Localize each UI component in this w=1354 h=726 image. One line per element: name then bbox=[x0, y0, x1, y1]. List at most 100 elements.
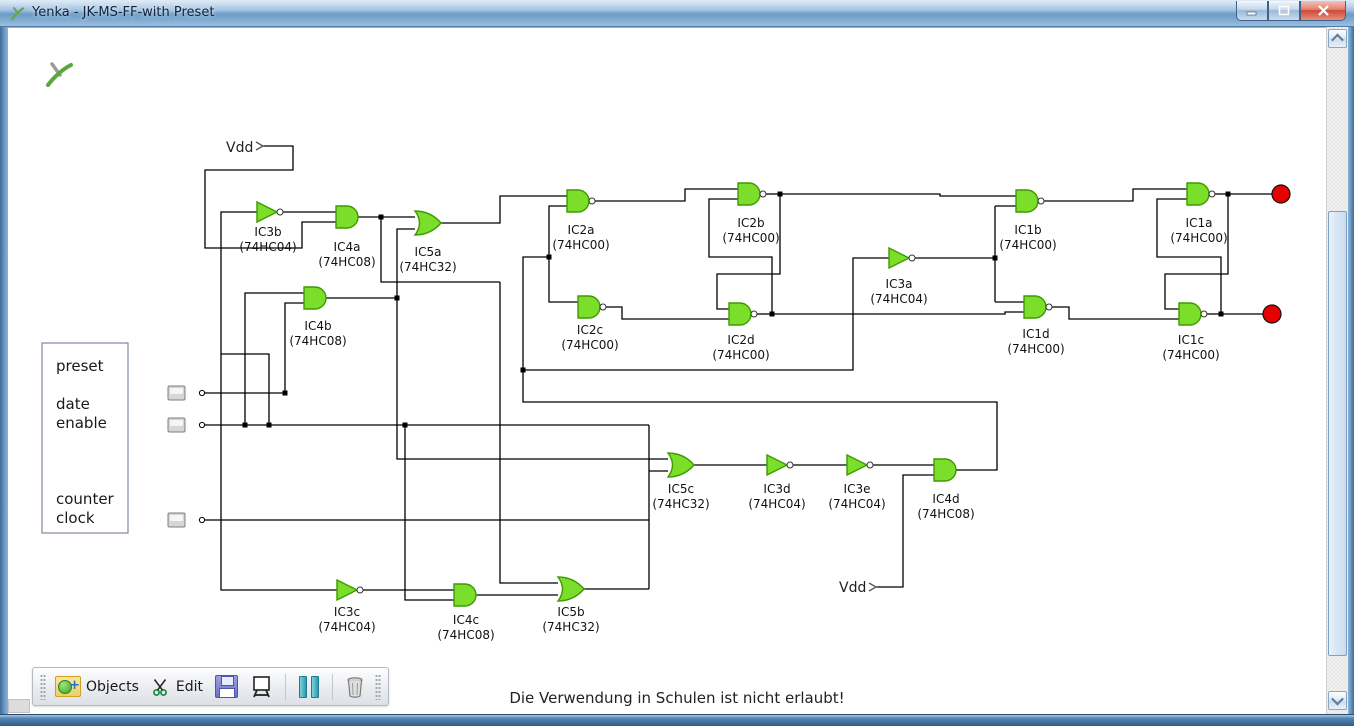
gate-body-nand[interactable] bbox=[729, 303, 751, 325]
wire[interactable] bbox=[717, 194, 780, 309]
gate-IC2a[interactable]: IC2a(74HC00) bbox=[552, 190, 609, 252]
gate-body-and[interactable] bbox=[336, 206, 358, 228]
gate-body-nand[interactable] bbox=[1179, 303, 1201, 325]
inversion-bubble bbox=[277, 209, 283, 215]
junction-dot bbox=[1219, 312, 1224, 317]
gate-body-nand[interactable] bbox=[738, 183, 760, 205]
gate-body-not[interactable] bbox=[767, 455, 787, 475]
close-button[interactable] bbox=[1300, 1, 1346, 21]
gate-body-not[interactable] bbox=[889, 248, 909, 268]
junction-dot bbox=[283, 391, 288, 396]
push-switch[interactable] bbox=[168, 386, 185, 400]
scrollbar-thumb[interactable] bbox=[1328, 211, 1347, 656]
gate-IC2c[interactable]: IC2c(74HC00) bbox=[561, 296, 618, 352]
gate-body-nand[interactable] bbox=[1024, 296, 1046, 318]
gate-label: IC5c bbox=[668, 482, 694, 496]
wire[interactable] bbox=[245, 293, 304, 425]
gate-IC3b[interactable]: IC3b(74HC04) bbox=[239, 202, 296, 254]
gate-label: IC1b bbox=[1014, 223, 1041, 237]
vdd-power-label[interactable]: Vdd bbox=[226, 140, 263, 156]
gate-body-or[interactable] bbox=[415, 211, 441, 235]
inversion-bubble bbox=[787, 462, 793, 468]
connection-terminal[interactable] bbox=[199, 390, 204, 395]
inversion-bubble bbox=[909, 255, 915, 261]
push-switch[interactable] bbox=[168, 513, 185, 527]
gate-body-not[interactable] bbox=[257, 202, 277, 222]
connection-terminal[interactable] bbox=[199, 422, 204, 427]
wire[interactable] bbox=[221, 354, 337, 590]
gate-body-nand[interactable] bbox=[567, 190, 589, 212]
gate-body-or[interactable] bbox=[668, 453, 694, 477]
wire[interactable] bbox=[405, 425, 454, 600]
gate-IC3d[interactable]: IC3d(74HC04) bbox=[748, 455, 805, 511]
gate-body-nand[interactable] bbox=[1187, 183, 1209, 205]
gate-IC4d[interactable]: IC4d(74HC08) bbox=[917, 459, 974, 521]
gate-IC4b[interactable]: IC4b(74HC08) bbox=[289, 287, 346, 348]
gate-IC3c[interactable]: IC3c(74HC04) bbox=[318, 580, 375, 634]
gate-IC5b[interactable]: IC5b(74HC32) bbox=[542, 577, 599, 634]
gate-label: IC3c bbox=[334, 605, 360, 619]
wire[interactable] bbox=[606, 307, 729, 319]
annotation-box[interactable]: presetdateenablecounterclock bbox=[42, 343, 128, 533]
gate-body-and[interactable] bbox=[454, 584, 476, 606]
gate-label: IC5b bbox=[557, 605, 584, 619]
wire[interactable] bbox=[780, 194, 1016, 196]
junction-dot bbox=[267, 423, 272, 428]
vdd-text: Vdd bbox=[839, 580, 866, 596]
gate-chip-label: (74HC04) bbox=[318, 620, 375, 634]
power-arrow-icon bbox=[869, 583, 876, 591]
gate-IC2b[interactable]: IC2b(74HC00) bbox=[722, 183, 779, 245]
gate-body-or[interactable] bbox=[558, 577, 584, 601]
gate-chip-label: (74HC04) bbox=[239, 240, 296, 254]
gate-IC2d[interactable]: IC2d(74HC00) bbox=[712, 303, 769, 362]
wire[interactable] bbox=[441, 196, 567, 223]
inversion-bubble bbox=[760, 191, 766, 197]
wire[interactable] bbox=[523, 257, 997, 470]
push-switch[interactable] bbox=[168, 418, 185, 432]
chevron-up-icon bbox=[1331, 34, 1344, 47]
vdd-text: Vdd bbox=[226, 140, 253, 156]
gate-chip-label: (74HC08) bbox=[289, 334, 346, 348]
vdd-power-label[interactable]: Vdd bbox=[839, 580, 876, 596]
gate-body-and[interactable] bbox=[304, 287, 326, 309]
led-indicator[interactable] bbox=[1263, 305, 1281, 323]
gate-IC1a[interactable]: IC1a(74HC00) bbox=[1170, 183, 1227, 245]
wire[interactable] bbox=[397, 298, 668, 459]
gate-chip-label: (74HC00) bbox=[722, 231, 779, 245]
gate-IC5a[interactable]: IC5a(74HC32) bbox=[399, 211, 456, 274]
gate-IC3a[interactable]: IC3a(74HC04) bbox=[870, 248, 927, 306]
annotation-line: enable bbox=[56, 414, 107, 432]
scrollbar-corner bbox=[8, 699, 30, 713]
connection-terminal[interactable] bbox=[199, 517, 204, 522]
gate-IC1d[interactable]: IC1d(74HC00) bbox=[1007, 296, 1064, 356]
wire[interactable] bbox=[772, 312, 1024, 314]
gate-IC1c[interactable]: IC1c(74HC00) bbox=[1162, 303, 1219, 362]
wire[interactable] bbox=[1052, 307, 1179, 319]
gate-IC4a[interactable]: IC4a(74HC08) bbox=[318, 206, 375, 269]
wire[interactable] bbox=[876, 475, 934, 587]
wire[interactable] bbox=[285, 303, 304, 393]
gate-label: IC5a bbox=[415, 245, 442, 259]
scrollbar-up-button[interactable] bbox=[1328, 29, 1347, 48]
wire[interactable] bbox=[500, 282, 558, 583]
gate-body-and[interactable] bbox=[934, 459, 956, 481]
gate-chip-label: (74HC32) bbox=[542, 620, 599, 634]
gate-body-nand[interactable] bbox=[1016, 190, 1038, 212]
annotation-line: clock bbox=[56, 509, 95, 527]
gate-IC4c[interactable]: IC4c(74HC08) bbox=[437, 584, 494, 642]
wire[interactable] bbox=[549, 206, 578, 302]
gate-body-not[interactable] bbox=[847, 455, 867, 475]
scrollbar-down-button[interactable] bbox=[1328, 691, 1347, 710]
minimize-button[interactable] bbox=[1236, 1, 1268, 21]
gate-IC5c[interactable]: IC5c(74HC32) bbox=[652, 453, 709, 511]
maximize-button[interactable] bbox=[1268, 1, 1300, 21]
led-indicator[interactable] bbox=[1272, 185, 1290, 203]
gate-chip-label: (74HC00) bbox=[1007, 342, 1064, 356]
gate-IC3e[interactable]: IC3e(74HC04) bbox=[828, 455, 885, 511]
gate-IC1b[interactable]: IC1b(74HC00) bbox=[999, 190, 1056, 252]
vertical-scrollbar[interactable] bbox=[1326, 27, 1348, 714]
gate-body-not[interactable] bbox=[337, 580, 357, 600]
gate-label: IC1d bbox=[1022, 327, 1049, 341]
wire[interactable] bbox=[1165, 194, 1228, 309]
gate-body-nand[interactable] bbox=[578, 296, 600, 318]
